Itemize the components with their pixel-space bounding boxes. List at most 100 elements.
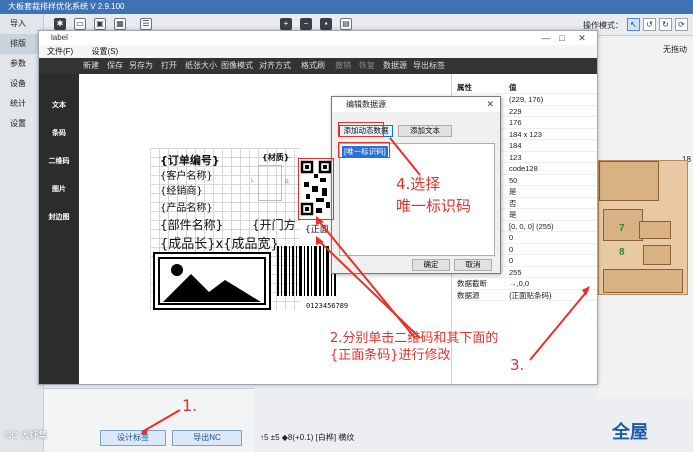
nav-import[interactable]: 导入	[0, 14, 43, 34]
side-tool-text[interactable]: 文本	[39, 100, 79, 110]
dialog-close-icon[interactable]: ✕	[486, 97, 494, 112]
property-key: 数据截断	[457, 279, 487, 288]
field-order-no[interactable]: {订单编号}	[160, 152, 220, 168]
menu-settings[interactable]: 设置(S)	[91, 45, 118, 58]
property-value[interactable]: 是	[509, 209, 517, 221]
piece-number: 8	[619, 247, 625, 258]
side-tool-qrcode[interactable]: 二维码	[39, 156, 79, 166]
minimize-icon[interactable]: —	[539, 32, 553, 44]
add-icon[interactable]: +	[280, 18, 292, 30]
tool-align[interactable]: 对齐方式	[259, 58, 291, 74]
label-side-tools: 文本 条码 二维码 图片 封边图	[39, 74, 79, 384]
rotate-left-icon[interactable]: ↺	[643, 18, 656, 31]
move-icon[interactable]: ▪	[320, 18, 332, 30]
property-key: 数据源	[457, 290, 480, 300]
property-value[interactable]: {正面贴条码}	[509, 290, 552, 302]
board-panel[interactable]: 7 8	[598, 160, 688, 295]
app-title-bar: 大板套裁排样优化系统 V 2.9.100	[0, 0, 693, 14]
property-row[interactable]: 数据截断 →,0,0	[451, 278, 597, 290]
field-door[interactable]: {开门方	[252, 216, 296, 233]
board-piece[interactable]	[599, 161, 659, 201]
field-size[interactable]: {成品长}x{成品宽}	[160, 233, 279, 252]
highlight-unique-id	[338, 142, 390, 158]
app-title: 大板套裁排样优化系统 V 2.9.100	[8, 2, 125, 11]
nav-settings[interactable]: 设置	[0, 114, 43, 134]
annotation-step4: 4.选择 唯一标识码	[396, 175, 472, 215]
label-toolbar: 新建 保存 另存为 打开 纸张大小 图像模式 对齐方式 格式刷 撤销 恢复 数据…	[39, 58, 597, 74]
tool-undo[interactable]: 撤销	[335, 58, 351, 74]
tool-new[interactable]: 新建	[83, 58, 99, 74]
property-value[interactable]: 50	[509, 175, 517, 187]
tool-paper-size[interactable]: 纸张大小	[185, 58, 217, 74]
settings-icon[interactable]: ✱	[54, 18, 66, 30]
edge-diagram[interactable]: L R	[251, 165, 289, 201]
property-value[interactable]: 184 x 123	[509, 129, 542, 141]
field-dealer[interactable]: {经销商}	[160, 182, 203, 197]
property-value[interactable]: 是	[509, 186, 517, 198]
property-value[interactable]: 否	[509, 198, 517, 210]
board-piece[interactable]	[603, 269, 683, 293]
folder-icon[interactable]: ▭	[74, 18, 86, 30]
image-icon[interactable]: ▣	[94, 18, 106, 30]
property-value[interactable]: code128	[509, 163, 538, 175]
cancel-button[interactable]: 取消	[454, 259, 492, 271]
tool-image-mode[interactable]: 图像模式	[221, 58, 253, 74]
layers-icon[interactable]: ▤	[340, 18, 352, 30]
tool-open[interactable]: 打开	[161, 58, 177, 74]
property-value[interactable]: →,0,0	[509, 278, 529, 290]
field-material[interactable]: {材质}	[262, 152, 289, 163]
rotate-right-icon[interactable]: ↻	[659, 18, 672, 31]
board-piece[interactable]	[639, 221, 671, 239]
property-value[interactable]: 255	[509, 267, 522, 279]
status-bar: ↑5 ±5 ◆8(+0.1) [白桦] 横纹	[260, 433, 355, 442]
property-value[interactable]: 229	[509, 106, 522, 118]
property-value[interactable]: 0	[509, 244, 513, 256]
field-customer[interactable]: {客户名称}	[160, 167, 213, 182]
nav-device[interactable]: 设备	[0, 74, 43, 94]
design-label-button[interactable]: 设计标签	[100, 430, 166, 446]
export-nc-button[interactable]: 导出NC	[172, 430, 242, 446]
field-front-barcode[interactable]: {正面	[305, 222, 329, 235]
label-window-title: label	[51, 33, 68, 42]
close-icon[interactable]: ✕	[575, 32, 589, 44]
property-value[interactable]: 184	[509, 140, 522, 152]
image-placeholder-icon[interactable]	[153, 252, 271, 310]
company-logo: 全屋	[612, 422, 648, 442]
tool-export-label[interactable]: 导出标签	[413, 58, 445, 74]
highlight-qrcode	[298, 158, 334, 220]
property-value[interactable]: 0	[509, 232, 513, 244]
nav-params[interactable]: 参数	[0, 54, 43, 74]
menu-file[interactable]: 文件(F)	[47, 45, 73, 58]
field-product[interactable]: {产品名称}	[160, 199, 213, 214]
side-tool-edge-diagram[interactable]: 封边图	[39, 212, 79, 222]
list-icon[interactable]: ☰	[140, 18, 152, 30]
property-row[interactable]: 数据源 {正面贴条码}	[451, 290, 597, 302]
label-menu-bar: 文件(F) 设置(S)	[39, 45, 597, 58]
side-tool-image[interactable]: 图片	[39, 184, 79, 194]
nav-layout[interactable]: 排版	[0, 34, 43, 54]
add-text-button[interactable]: 添加文本	[398, 125, 452, 137]
maximize-icon[interactable]: □	[555, 32, 569, 44]
nav-stats[interactable]: 统计	[0, 94, 43, 114]
ok-button[interactable]: 确定	[412, 259, 450, 271]
property-value[interactable]: 176	[509, 117, 522, 129]
property-value[interactable]: [0, 0, 0] (255)	[509, 221, 554, 233]
refresh-icon[interactable]: ⟳	[675, 18, 688, 31]
side-tool-barcode[interactable]: 条码	[39, 128, 79, 138]
tool-format-painter[interactable]: 格式刷	[301, 58, 325, 74]
field-part[interactable]: {部件名称}	[160, 216, 223, 233]
property-value[interactable]: 123	[509, 152, 522, 164]
remove-icon[interactable]: −	[300, 18, 312, 30]
tool-data-source[interactable]: 数据源	[383, 58, 407, 74]
edge-mark-left: L	[251, 178, 255, 184]
tool-save-as[interactable]: 另存为	[129, 58, 153, 74]
pointer-mode-icon[interactable]: ↖	[627, 18, 640, 31]
grid-icon[interactable]: ▦	[114, 18, 126, 30]
no-drag-label: 无拖动	[663, 45, 687, 54]
property-value[interactable]: (229, 176)	[509, 94, 543, 106]
board-piece[interactable]	[643, 245, 671, 265]
tool-redo[interactable]: 恢复	[359, 58, 375, 74]
tool-save[interactable]: 保存	[107, 58, 123, 74]
property-header: 属性 值	[451, 82, 597, 94]
property-value[interactable]: 0	[509, 255, 513, 267]
